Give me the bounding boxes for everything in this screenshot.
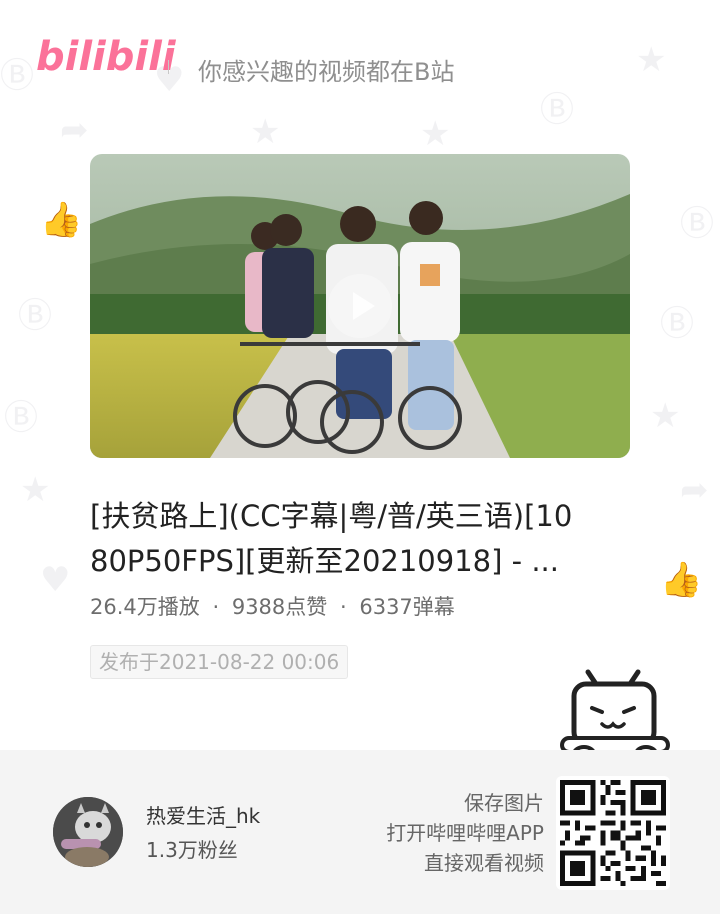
qr-code-image [560, 780, 666, 886]
slogan: 你感兴趣的视频都在B站 [198, 58, 455, 86]
avatar[interactable] [53, 797, 123, 867]
coin-icon: Ⓑ [680, 204, 714, 244]
coin-icon: Ⓑ [18, 296, 52, 336]
video-title-line-2: 80P50FPS][更新至20210918] - ... [90, 544, 559, 578]
stat-separator: · [339, 595, 347, 619]
uploader-name[interactable]: 热爱生活_hk [146, 800, 260, 829]
coin-icon: Ⓑ [660, 304, 694, 344]
bilibili-logo: bilibili [36, 34, 176, 80]
share-icon: ➦ [680, 470, 709, 510]
cta-line-1: 保存图片 [464, 791, 544, 815]
footer: 热爱生活_hk 1.3万粉丝 保存图片 打开哔哩哔哩APP 直接观看视频 [0, 750, 720, 914]
view-count: 26.4万播放 [90, 595, 200, 619]
fan-count: 1.3万粉丝 [146, 838, 238, 862]
video-stats: 26.4万播放 · 9388点赞 · 6337弹幕 [90, 591, 630, 621]
video-title[interactable]: [扶贫路上](CC字幕|粤/普/英三语)[10 80P50FPS][更新至202… [90, 494, 630, 584]
video-title-line-1: [扶贫路上](CC字幕|粤/普/英三语)[10 [90, 499, 573, 533]
cta-line-2: 打开哔哩哔哩APP [386, 821, 544, 845]
play-icon[interactable] [328, 274, 392, 338]
like-count: 9388点赞 [231, 595, 328, 619]
video-thumbnail[interactable] [90, 154, 630, 458]
star-icon: ★ [20, 470, 51, 510]
header-divider [168, 60, 169, 74]
publish-date: 发布于2021-08-22 00:06 [90, 645, 349, 679]
star-icon: ★ [650, 396, 681, 436]
heart-icon: ♥ [40, 560, 71, 600]
avatar-image [53, 797, 123, 867]
qr-code-icon[interactable] [556, 776, 670, 890]
coin-icon: Ⓑ [4, 398, 38, 438]
cta-text: 保存图片 打开哔哩哔哩APP 直接观看视频 [386, 788, 544, 878]
thumbs-up-icon: 👍 [40, 200, 83, 240]
stat-separator: · [212, 595, 220, 619]
danmaku-count: 6337弹幕 [359, 595, 455, 619]
header: bilibili 你感兴趣的视频都在B站 [0, 0, 720, 130]
share-card: Ⓑ ➦ ♥ ★ ★ Ⓑ ★ Ⓑ 👍 Ⓑ Ⓑ Ⓑ ★ ★ ➦ ♥ 👍 bilibi… [0, 0, 720, 914]
cta-line-3: 直接观看视频 [424, 851, 544, 875]
thumbs-up-icon: 👍 [660, 560, 703, 600]
